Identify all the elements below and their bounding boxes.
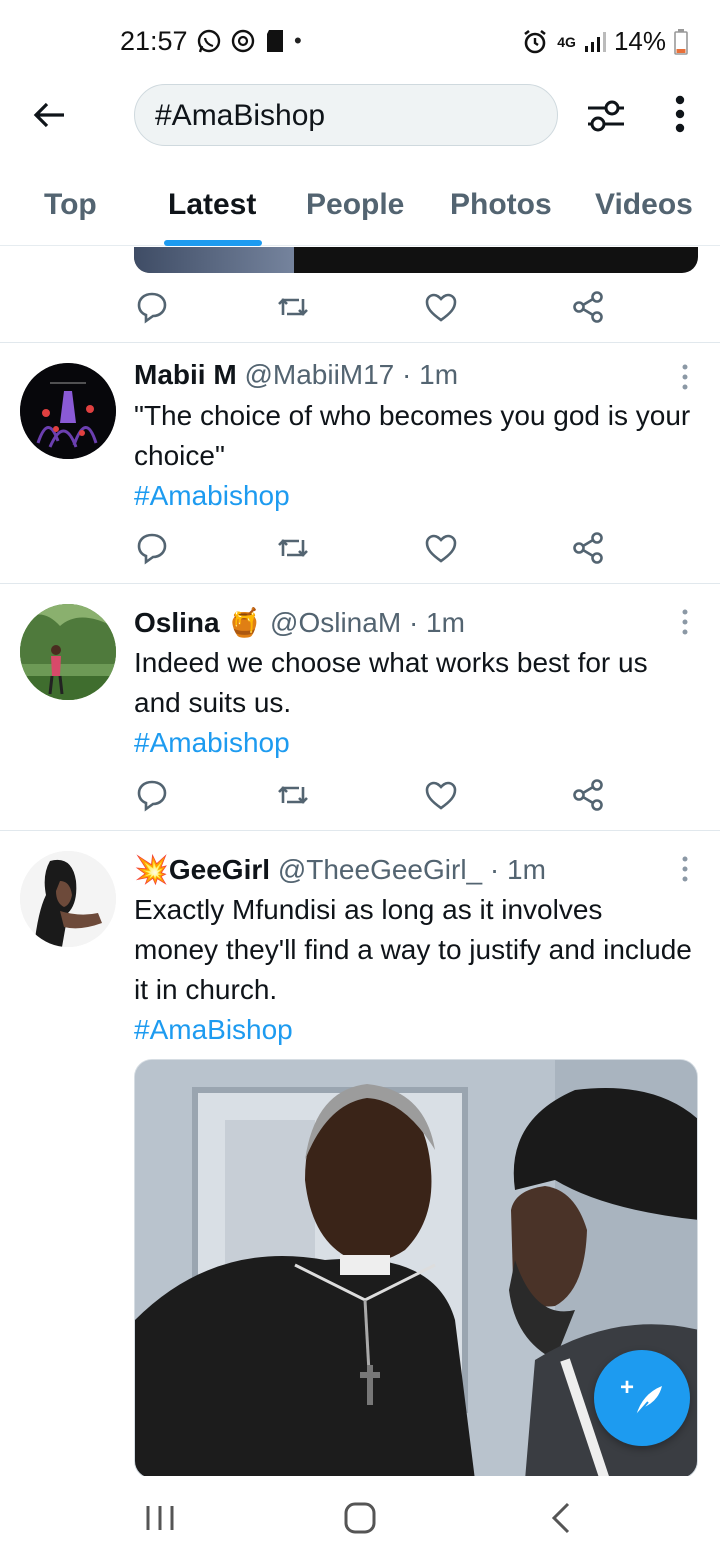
feather-icon (633, 1386, 662, 1419)
network-type: 4G (557, 33, 576, 50)
avatar-artwork (20, 363, 116, 459)
like-icon[interactable] (423, 777, 459, 813)
header-separator: · (408, 607, 419, 638)
tweet-header: 💥GeeGirl @TheeGeeGirl_ · 1m (134, 853, 546, 886)
status-right-icons: 4G 14% (521, 26, 688, 57)
previous-tweet-media[interactable] (134, 247, 698, 273)
author-name[interactable]: Mabii M (134, 359, 237, 390)
share-icon[interactable] (570, 289, 606, 325)
tweet-actions (134, 530, 674, 570)
tab-people[interactable]: People (306, 188, 404, 222)
reply-icon[interactable] (134, 777, 170, 813)
battery-icon (674, 28, 688, 55)
hashtag-link[interactable]: #Amabishop (134, 727, 290, 758)
back-button[interactable] (28, 94, 70, 136)
tweet-more-icon[interactable] (678, 363, 692, 393)
author-name[interactable]: Oslina (134, 607, 220, 638)
alarm-icon (524, 29, 547, 53)
author-handle[interactable]: @MabiiM17 (244, 359, 394, 390)
tab-latest[interactable]: Latest (168, 188, 256, 222)
tweet-time: 1m (507, 854, 546, 885)
search-header: #AmaBishop (0, 80, 720, 150)
tweet-header: Mabii M @MabiiM17 · 1m (134, 359, 458, 391)
collision-emoji: 💥 (134, 854, 169, 885)
more-options-button[interactable] (664, 92, 696, 140)
tab-photos[interactable]: Photos (450, 188, 552, 222)
tab-top[interactable]: Top (44, 188, 97, 222)
sd-card-icon (267, 30, 283, 52)
author-handle[interactable]: @OslinaM (270, 607, 401, 638)
compose-tweet-button[interactable]: + (594, 1350, 690, 1446)
author-name[interactable]: GeeGirl (169, 854, 270, 885)
tweet-text: Indeed we choose what works best for us … (134, 643, 694, 763)
status-time: 21:57 (120, 26, 188, 56)
header-separator: · (402, 359, 412, 390)
reply-icon[interactable] (134, 289, 170, 325)
tweet-more-icon[interactable] (678, 608, 692, 638)
tweet-actions (134, 289, 674, 329)
search-query: #AmaBishop (155, 99, 326, 132)
retweet-icon[interactable] (275, 530, 311, 566)
like-icon[interactable] (423, 289, 459, 325)
tweet-text: Exactly Mfundisi as long as it involves … (134, 890, 694, 1050)
tweet-text-content: "The choice of who becomes you god is yo… (134, 400, 691, 471)
active-tab-indicator (164, 240, 262, 246)
tweet-header: Oslina 🍯 @OslinaM · 1m (134, 606, 465, 639)
retweet-icon[interactable] (275, 777, 311, 813)
tweet-item[interactable]: Oslina 🍯 @OslinaM · 1m Indeed we choose … (0, 584, 720, 830)
arrow-left-icon (33, 102, 64, 128)
search-filter-button[interactable] (582, 94, 630, 138)
reply-icon[interactable] (134, 530, 170, 566)
avatar[interactable] (20, 363, 116, 459)
tweet-text-content: Exactly Mfundisi as long as it involves … (134, 894, 692, 1005)
header-separator: · (489, 854, 500, 885)
like-icon[interactable] (423, 530, 459, 566)
tweet-text-content: Indeed we choose what works best for us … (134, 647, 648, 718)
tweet-actions (134, 777, 674, 817)
avatar-photo (20, 604, 116, 700)
tweet-time: 1m (419, 359, 459, 390)
tab-videos[interactable]: Videos (595, 188, 693, 222)
author-handle[interactable]: @TheeGeeGirl_ (278, 854, 482, 885)
whatsapp-icon (197, 29, 221, 53)
tweet-more-icon[interactable] (678, 855, 692, 885)
recent-apps-icon[interactable] (138, 1498, 182, 1538)
tweet-text: "The choice of who becomes you god is yo… (134, 396, 694, 516)
more-vertical-icon (675, 95, 685, 133)
sync-icon (231, 29, 255, 53)
home-icon[interactable] (338, 1498, 382, 1538)
honey-pot-emoji: 🍯 (227, 607, 263, 638)
retweet-icon[interactable] (275, 289, 311, 325)
status-bar: 21:57 • 4G 14% (0, 0, 720, 80)
share-icon[interactable] (570, 530, 606, 566)
tweet-item[interactable]: Mabii M @MabiiM17 · 1m "The choice of wh… (0, 343, 720, 583)
signal-icon (584, 31, 606, 52)
share-icon[interactable] (570, 777, 606, 813)
back-nav-icon[interactable] (540, 1498, 584, 1538)
search-input[interactable]: #AmaBishop (134, 84, 558, 146)
search-tabs: Top Latest People Photos Videos (0, 170, 720, 246)
avatar[interactable] (20, 604, 116, 700)
battery-percent: 14% (613, 26, 666, 56)
system-nav-bar (0, 1476, 720, 1560)
avatar-photo (20, 851, 116, 947)
hashtag-link[interactable]: #AmaBishop (134, 1014, 293, 1045)
notification-dot-icon: • (294, 28, 302, 53)
avatar[interactable] (20, 851, 116, 947)
hashtag-link[interactable]: #Amabishop (134, 480, 290, 511)
tweet-time: 1m (426, 607, 465, 638)
filter-sliders-icon (588, 100, 624, 132)
status-left-icons: • (196, 28, 302, 54)
